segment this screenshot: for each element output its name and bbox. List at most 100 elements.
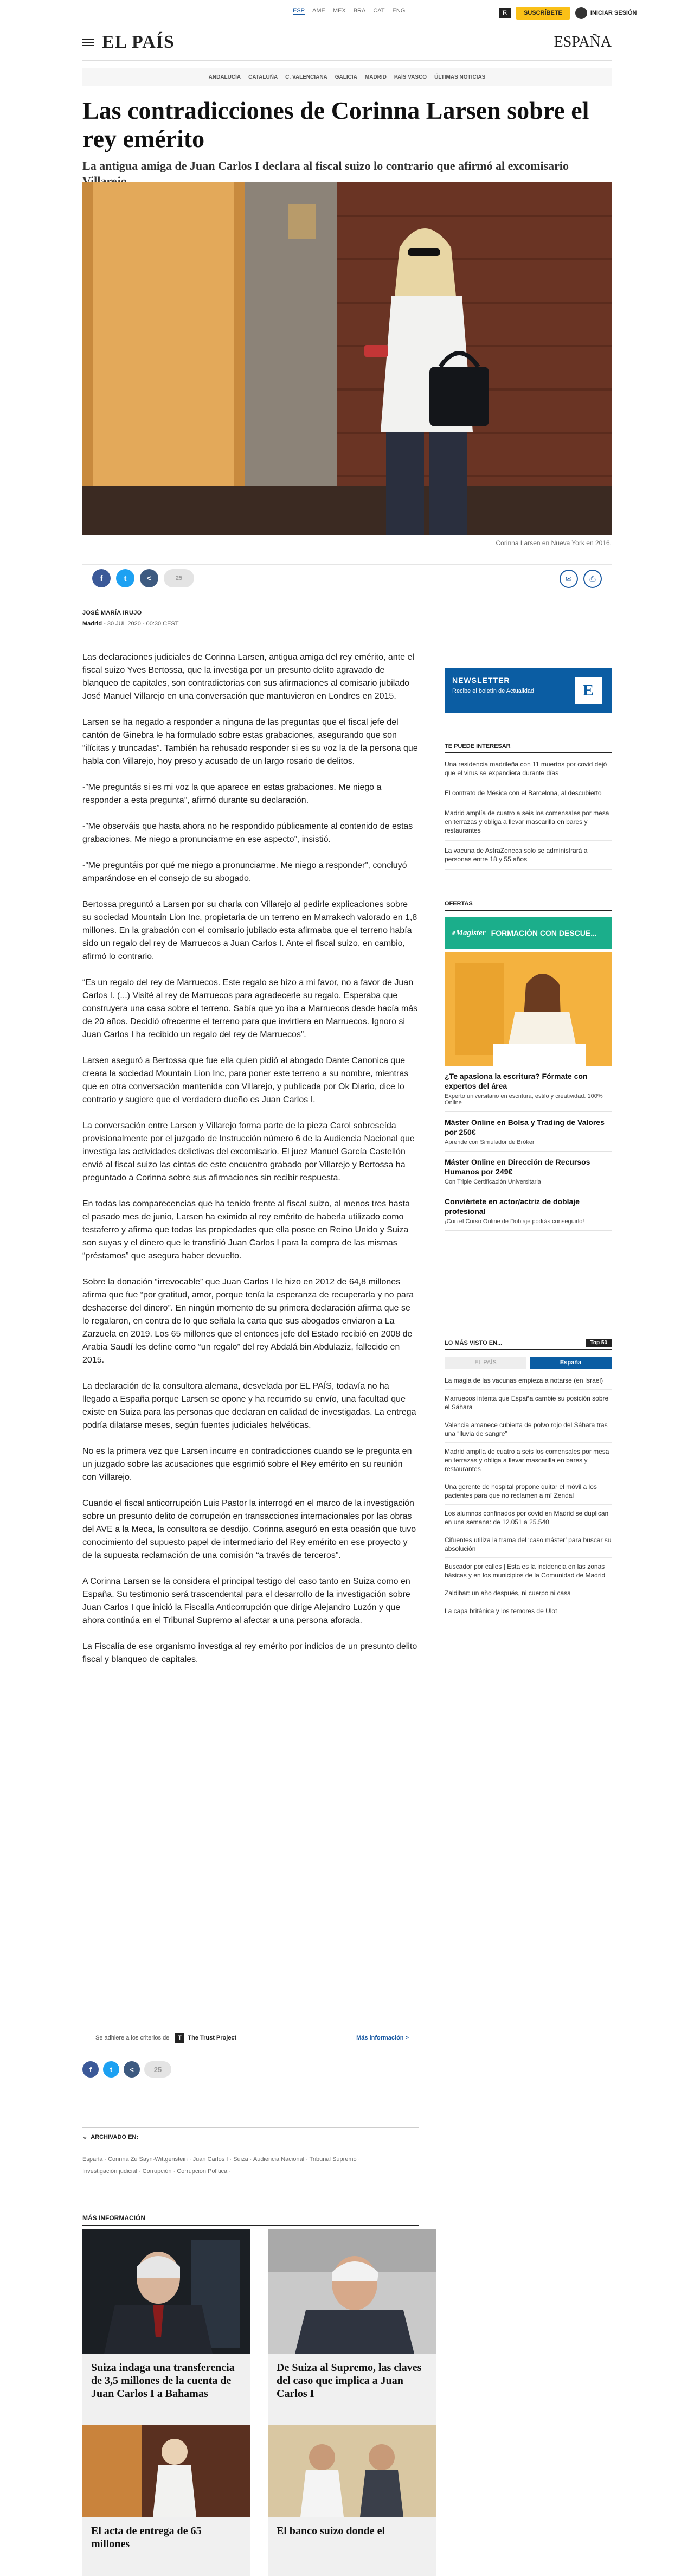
list-item[interactable]: Una residencia madrileña con 11 muertos … [445,760,612,783]
nav-galicia[interactable]: GALICIA [335,74,357,80]
more-cards-row-2: El acta de entrega de 65 millones El ban… [82,2425,436,2576]
edition-eng[interactable]: ENG [393,8,406,15]
nav-valenciana[interactable]: C. VALENCIANA [285,74,327,80]
list-item[interactable]: Buscador por calles | Esta es la inciden… [445,1562,612,1584]
oferta-desc: Aprende con Simulador de Bróker [445,1139,535,1146]
related-card-image [268,2229,436,2354]
related-card-title: El banco suizo donde el [268,2517,436,2576]
lo-mas-visto-title: LO MÁS VISTO EN... [445,1340,503,1346]
related-card[interactable]: El acta de entrega de 65 millones [82,2425,250,2576]
related-card[interactable]: Suiza indaga una transferencia de 3,5 mi… [82,2229,250,2427]
paragraph-1: Las declaraciones judiciales de Corinna … [82,653,414,701]
oferta-title: ¿Te apasiona la escritura? Fórmate con e… [445,1072,588,1090]
list-item[interactable]: La capa británica y los temores de Ulot [445,1607,612,1620]
nav-madrid[interactable]: MADRID [365,74,387,80]
list-item[interactable]: Los alumnos confinados por covid en Madr… [445,1509,612,1531]
subscribe-button[interactable]: SUSCRÍBETE [516,7,570,20]
lo-mas-visto-header: LO MÁS VISTO EN... Top 50 [445,1339,612,1350]
nav-ultimas[interactable]: ÚLTIMAS NOTICIAS [434,74,485,80]
related-card-image [82,2229,250,2354]
edition-cat[interactable]: CAT [373,8,384,15]
share-icon[interactable]: < [124,2061,140,2078]
paragraph-9: La conversación entre Larsen y Villarejo… [82,1121,415,1182]
nav-pais-vasco[interactable]: PAÍS VASCO [394,74,427,80]
paragraph-4: -”Me observáis que hasta ahora no he res… [82,822,413,844]
paragraph-8: Larsen aseguró a Bertossa que fue ella q… [82,1056,409,1104]
tab-espana[interactable]: España [530,1357,612,1369]
archived-title: ⌄ ARCHIVADO EN: [82,2133,419,2141]
hero-image [82,182,612,535]
trust-logo[interactable]: T The Trust Project [175,2033,236,2043]
article-page: ESP AME MEX BRA CAT ENG E SUSCRÍBETE INI… [0,0,694,2576]
share-bar: f t < 25 ✉ ⎙ [82,564,612,592]
author-name[interactable]: JOSÉ MARÍA IRUJO [82,610,142,616]
login-label: INICIAR SESIÓN [590,10,637,16]
paragraph-15: A Corinna Larsen se la considera el prin… [82,1577,410,1625]
trust-more-link[interactable]: Más información > [356,2035,409,2041]
comments-button[interactable]: 25 [144,2061,171,2078]
share-icon[interactable]: < [140,569,158,587]
mas-informacion-title: MÁS INFORMACIÓN [82,2214,419,2226]
menu-icon[interactable] [82,36,94,48]
list-item[interactable]: Una gerente de hospital propone quitar e… [445,1482,612,1505]
newsletter-logo: E [575,677,602,704]
facebook-icon[interactable]: f [92,569,111,587]
list-item[interactable]: Madrid amplía de cuatro a seis los comen… [445,1447,612,1478]
site-logo[interactable]: EL PAÍS [102,32,175,53]
edition-ame[interactable]: AME [312,8,325,15]
elpais-mini-logo[interactable]: E [499,8,511,18]
list-item[interactable]: Valencia amanece cubierta de polvo rojo … [445,1421,612,1443]
login-button[interactable]: INICIAR SESIÓN [575,7,637,19]
print-icon[interactable]: ⎙ [583,570,602,588]
ofertas: OFERTAS eMagister FORMACIÓN CON DESCUE..… [445,900,612,1231]
twitter-icon[interactable]: t [103,2061,119,2078]
email-icon[interactable]: ✉ [560,570,578,588]
nav-cataluna[interactable]: CATALUÑA [248,74,278,80]
oferta-item[interactable]: Máster Online en Bolsa y Trading de Valo… [445,1112,612,1152]
facebook-icon[interactable]: f [82,2061,99,2078]
newsletter-box[interactable]: NEWSLETTER Recibe el boletín de Actualid… [445,668,612,713]
ofertas-image[interactable] [445,952,612,1066]
list-item[interactable]: Zaldibar: un año después, ni cuerpo ni c… [445,1589,612,1602]
twitter-icon[interactable]: t [116,569,134,587]
list-item[interactable]: La magia de las vacunas empieza a notars… [445,1376,612,1390]
related-card[interactable]: El banco suizo donde el [268,2425,436,2576]
trust-project-bar: Se adhiere a los criterios de T The Trus… [82,2027,419,2049]
nav-andalucia[interactable]: ANDALUCÍA [209,74,241,80]
trust-icon: T [175,2033,185,2043]
oferta-item[interactable]: Conviértete en actor/actriz de doblaje p… [445,1191,612,1231]
oferta-title: Máster Online en Bolsa y Trading de Valo… [445,1118,605,1136]
edition-mex[interactable]: MEX [333,8,346,15]
trust-text: Se adhiere a los criterios de [95,2035,170,2041]
comments-count: 25 [153,2065,162,2074]
paragraph-6: Bertossa preguntó a Larsen por su charla… [82,900,417,961]
tab-elpais[interactable]: EL PAÍS [445,1357,526,1369]
list-item[interactable]: La vacuna de AstraZeneca solo se adminis… [445,846,612,870]
list-item[interactable]: Marruecos intenta que España cambie su p… [445,1394,612,1416]
related-card-title: El acta de entrega de 65 millones [82,2517,250,2576]
share-right: ✉ ⎙ [560,570,602,588]
related-photo [268,2229,436,2354]
oferta-item[interactable]: ¿Te apasiona la escritura? Fórmate con e… [445,1066,612,1112]
masthead: EL PAÍS ESPAÑA [82,24,612,61]
oferta-item[interactable]: Máster Online en Dirección de Recursos H… [445,1152,612,1191]
list-item[interactable]: El contrato de Mésica con el Barcelona, … [445,789,612,803]
paragraph-5: -”Me preguntáis por qué me niego a pronu… [82,861,407,883]
list-item[interactable]: Madrid amplía de cuatro a seis los comen… [445,809,612,841]
te-puede-interesar-title: TE PUEDE INTERESAR [445,743,612,753]
paragraph-7: “Es un regalo del rey de Marruecos. Este… [82,978,418,1039]
ofertas-banner[interactable]: eMagister FORMACIÓN CON DESCUE... [445,917,612,949]
related-card[interactable]: De Suiza al Supremo, las claves del caso… [268,2229,436,2427]
chevron-down-icon[interactable]: ⌄ [82,2133,87,2140]
editions-bar: ESP AME MEX BRA CAT ENG [293,8,405,15]
archived-tags[interactable]: España · Corinna Zu Sayn-Wittgenstein · … [82,2153,386,2177]
top50-badge[interactable]: Top 50 [586,1339,612,1347]
emagister-logo: eMagister [452,928,486,937]
edition-name[interactable]: ESPAÑA [554,34,612,51]
paragraph-10: En todas las comparecencias que ha tenid… [82,1199,410,1261]
hero-caption: Corinna Larsen en Nueva York en 2016. [496,539,612,547]
comments-button[interactable]: 25 [164,569,194,587]
edition-esp[interactable]: ESP [293,8,305,15]
edition-bra[interactable]: BRA [354,8,366,15]
list-item[interactable]: Cifuentes utiliza la trama del ‘caso más… [445,1536,612,1558]
